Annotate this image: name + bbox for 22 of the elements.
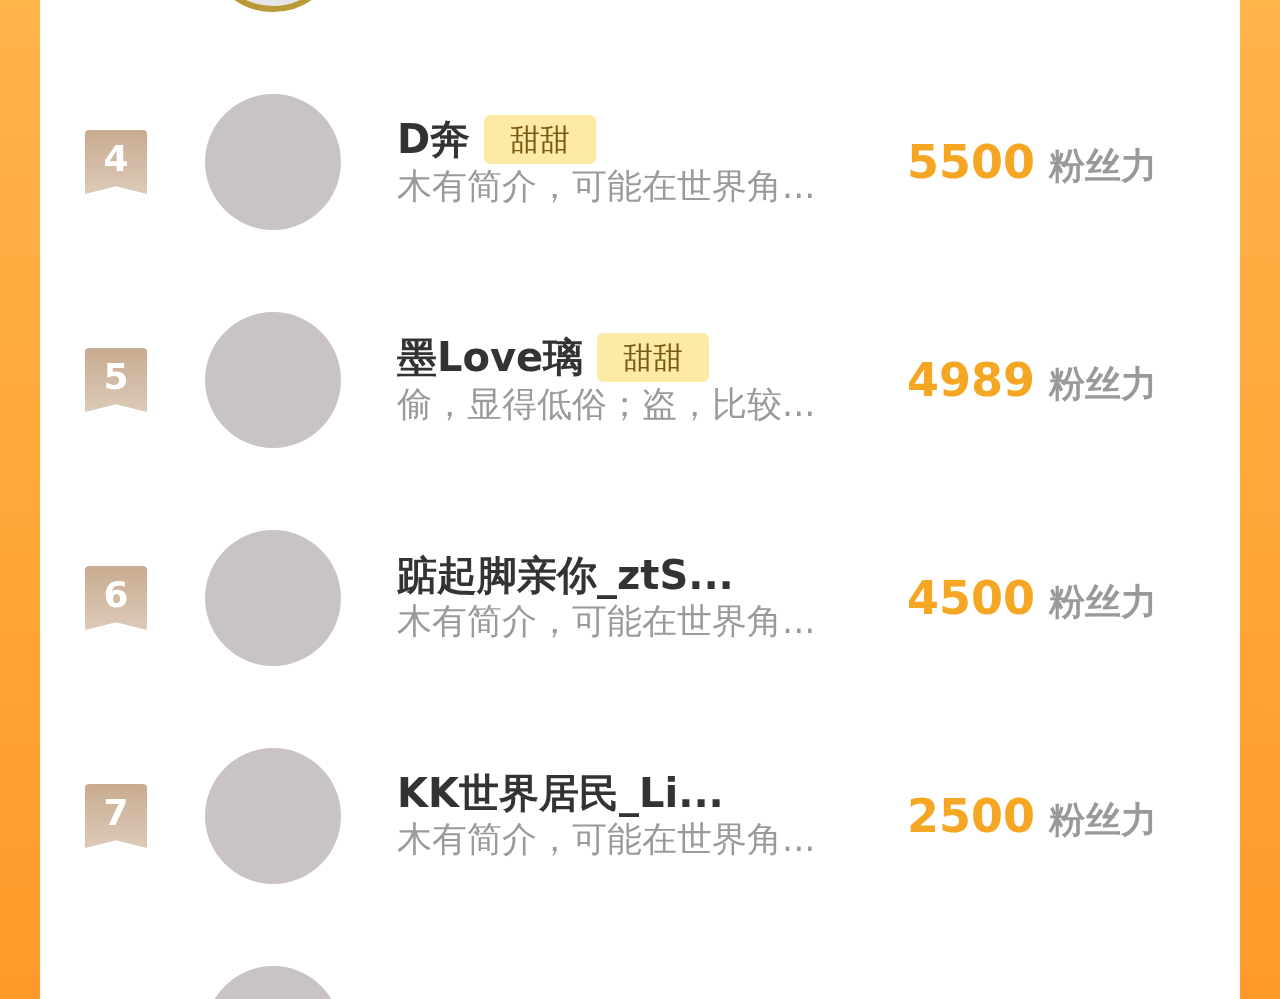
score-unit: 粉丝力 — [1049, 361, 1158, 406]
rank-ribbon: 4 — [85, 130, 147, 194]
user-name[interactable]: 墨Love璃 — [397, 333, 584, 382]
fan-score: 4500 — [907, 569, 1036, 627]
user-bio: 木有简介，可能在世界角... — [397, 818, 817, 862]
rank-ribbon: 7 — [85, 784, 147, 848]
user-bio: 木有简介，可能在世界角... — [397, 164, 817, 208]
score-unit: 粉丝力 — [1049, 579, 1158, 624]
fan-score: 4989 — [907, 351, 1036, 409]
fan-score: 5500 — [907, 133, 1036, 191]
fan-score: 2500 — [907, 787, 1036, 845]
user-name[interactable]: 踮起脚亲你_ztS... — [397, 551, 734, 600]
level-badge: 甜甜 — [484, 114, 597, 164]
user-name[interactable]: KK世界居民_Li... — [397, 769, 724, 818]
score-unit: 粉丝力 — [1049, 797, 1158, 842]
user-name[interactable]: D奔 — [397, 115, 471, 164]
rank-ribbon: 6 — [85, 566, 147, 630]
rank-ribbon: 5 — [85, 348, 147, 412]
user-bio: 木有简介，可能在世界角... — [397, 600, 817, 644]
user-bio: 偷，显得低俗；盗，比较... — [397, 382, 817, 426]
level-badge: 甜甜 — [597, 332, 710, 382]
score-unit: 粉丝力 — [1049, 143, 1158, 188]
